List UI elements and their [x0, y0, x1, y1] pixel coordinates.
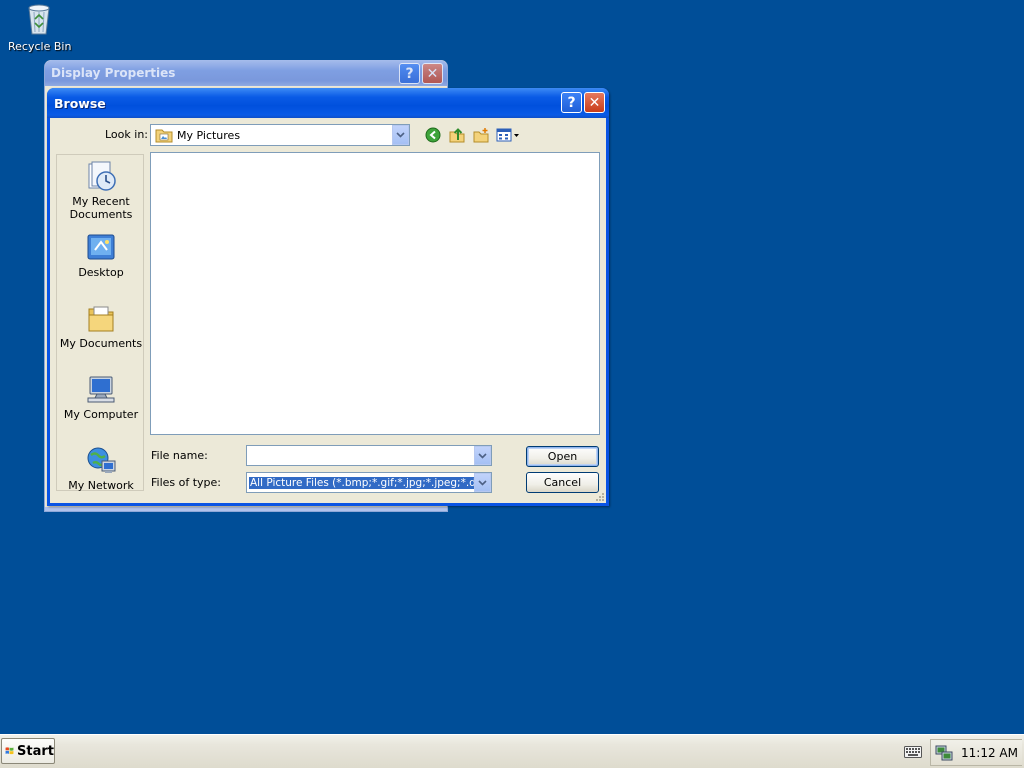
cancel-button-label: Cancel [543, 476, 582, 489]
chevron-down-icon [478, 452, 487, 459]
network-connection-icon[interactable] [935, 744, 953, 762]
file-name-label: File name: [151, 449, 208, 462]
browse-toolbar [424, 126, 520, 144]
start-label: Start [17, 743, 54, 759]
clock[interactable]: 11:12 AM [961, 746, 1018, 760]
close-icon: ✕ [588, 94, 601, 111]
place-label: My Network [68, 479, 134, 492]
display-properties-help-button[interactable]: ? [399, 63, 420, 84]
up-folder-icon [449, 128, 465, 143]
chevron-down-icon [396, 132, 405, 138]
browse-title: Browse [54, 95, 106, 111]
look-in-combo[interactable]: My Pictures [150, 124, 410, 146]
place-my-network[interactable]: My Network [57, 445, 145, 492]
browse-help-button[interactable]: ? [561, 92, 582, 113]
place-my-computer[interactable]: My Computer [57, 374, 145, 421]
place-desktop[interactable]: Desktop [57, 232, 145, 279]
my-computer-icon [87, 376, 115, 403]
files-of-type-value-wrap: All Picture Files (*.bmp;*.gif;*.jpg;*.j… [247, 476, 474, 489]
my-network-icon [87, 447, 116, 473]
recycle-bin-icon [28, 4, 50, 35]
desktop-icon [87, 234, 115, 260]
open-button[interactable]: Open [526, 446, 599, 467]
browse-client-area: Look in: My Pictures My Recent Documents… [50, 118, 606, 503]
files-of-type-combo[interactable]: All Picture Files (*.bmp;*.gif;*.jpg;*.j… [246, 472, 492, 493]
recent-documents-icon [88, 161, 116, 191]
place-my-recent-documents[interactable]: My Recent Documents [57, 161, 145, 221]
display-properties-close-button[interactable]: ✕ [422, 63, 443, 84]
my-pictures-folder-icon [155, 129, 173, 143]
place-my-documents[interactable]: My Documents [57, 303, 145, 350]
view-menu-icon [496, 128, 519, 142]
browse-close-button[interactable]: ✕ [584, 92, 605, 113]
windows-logo-icon [5, 747, 14, 755]
files-of-type-value: All Picture Files (*.bmp;*.gif;*.jpg;*.j… [249, 477, 474, 489]
look-in-dropdown-button[interactable] [392, 125, 409, 145]
help-icon: ? [405, 65, 414, 82]
start-button[interactable]: Start [1, 738, 55, 764]
file-list-view[interactable] [150, 152, 600, 435]
create-new-folder-button[interactable] [472, 126, 490, 144]
desktop-icon-recycle-bin[interactable]: Recycle Bin [8, 2, 72, 53]
file-name-combo[interactable] [246, 445, 492, 466]
places-bar: My Recent Documents Desktop My Documents [56, 154, 145, 492]
resize-grip-icon[interactable] [595, 492, 605, 502]
keyboard-icon[interactable] [904, 746, 922, 758]
desktop-icon-label: Recycle Bin [8, 40, 72, 53]
place-label: My Documents [59, 337, 143, 350]
help-icon: ? [567, 94, 576, 111]
look-in-value: My Pictures [177, 128, 241, 142]
look-in-label: Look in: [105, 128, 148, 141]
display-properties-titlebar[interactable]: Display Properties ? ✕ [45, 60, 447, 86]
files-of-type-dropdown-button[interactable] [474, 473, 491, 492]
place-label: My Recent Documents [69, 195, 133, 221]
browse-dialog[interactable]: Browse ? ✕ Look in: My Pictures My Recen… [47, 88, 609, 506]
my-documents-icon [88, 306, 114, 332]
cancel-button[interactable]: Cancel [526, 472, 599, 493]
back-arrow-icon [425, 127, 441, 143]
taskbar: Start 11:12 AM [0, 734, 1024, 768]
system-tray: 11:12 AM [930, 739, 1022, 766]
chevron-down-icon [478, 479, 487, 486]
back-button[interactable] [424, 126, 442, 144]
display-properties-bottom-edge [45, 507, 447, 511]
browse-titlebar[interactable]: Browse ? ✕ [47, 88, 609, 118]
up-one-level-button[interactable] [448, 126, 466, 144]
new-folder-icon [473, 128, 489, 143]
files-of-type-label: Files of type: [151, 476, 222, 489]
place-label: My Computer [63, 408, 139, 421]
place-label: Desktop [78, 266, 124, 279]
open-button-label: Open [547, 450, 578, 463]
view-menu-button[interactable] [496, 126, 520, 144]
file-name-dropdown-button[interactable] [474, 446, 491, 465]
display-properties-title: Display Properties [51, 66, 176, 80]
close-icon: ✕ [426, 65, 439, 82]
